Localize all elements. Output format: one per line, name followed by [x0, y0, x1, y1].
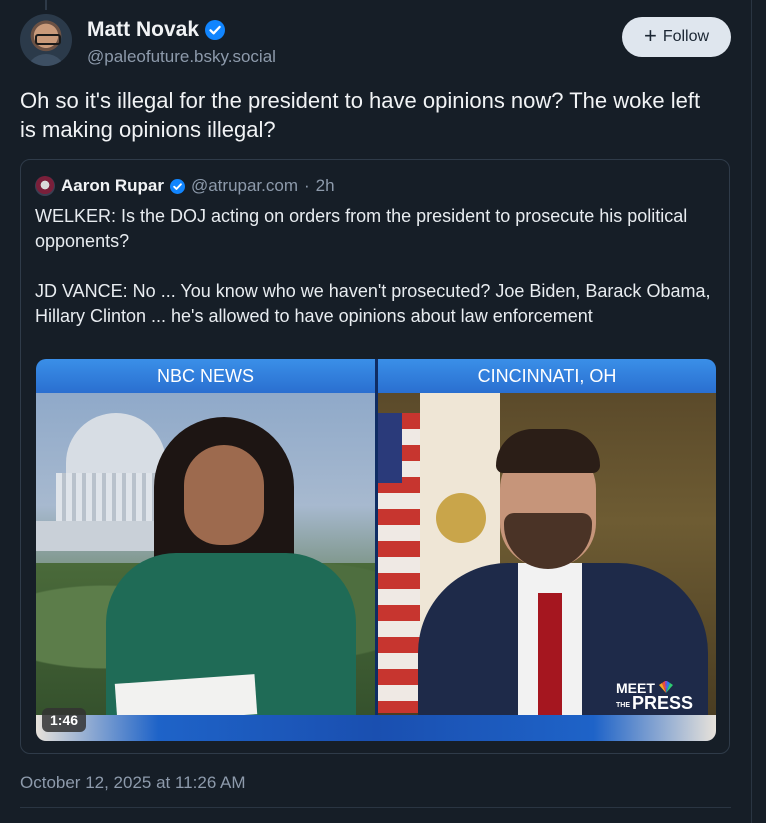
avatar-shirt	[26, 54, 66, 66]
author-avatar[interactable]	[20, 14, 72, 66]
thread-line	[45, 0, 47, 10]
verified-badge-icon	[205, 20, 226, 40]
left-location-label: NBC NEWS	[36, 359, 375, 393]
quoted-author-avatar[interactable]	[35, 176, 55, 196]
column-border	[751, 0, 752, 823]
anchor-face	[184, 445, 264, 545]
author-name-row[interactable]: Matt Novak	[87, 18, 226, 42]
author-handle[interactable]: @paleofuture.bsky.social	[87, 47, 276, 67]
divider	[20, 807, 731, 808]
right-location-label: CINCINNATI, OH	[378, 359, 716, 393]
quoted-author-name[interactable]: Aaron Rupar	[61, 176, 164, 196]
post-text: Oh so it's illegal for the president to …	[20, 88, 701, 142]
quoted-verified-badge-icon	[169, 178, 185, 194]
post-timestamp: October 12, 2025 at 11:26 AM	[20, 773, 246, 792]
logo-the: THE	[616, 701, 630, 709]
post-page: Matt Novak @paleofuture.bsky.social + Fo…	[0, 0, 766, 823]
video-left-panel	[36, 393, 375, 715]
quoted-post-header: Aaron Rupar @atrupar.com · 2h	[35, 176, 335, 196]
plus-icon: +	[643, 23, 657, 48]
quoted-paragraph-2: JD VANCE: No ... You know who we haven't…	[35, 281, 711, 326]
meta-separator: ·	[304, 176, 310, 195]
quoted-post-age: 2h	[315, 176, 335, 195]
meet-the-press-logo: MEET THE PRESS	[616, 681, 693, 713]
follow-label: Follow	[662, 28, 710, 45]
video-lower-bar	[36, 715, 716, 741]
video-duration-badge: 1:46	[42, 708, 87, 732]
author-name[interactable]: Matt Novak	[87, 18, 199, 42]
peacock-icon	[657, 681, 675, 693]
video-right-panel	[378, 393, 716, 715]
follow-button[interactable]: + Follow	[622, 17, 731, 57]
quoted-paragraph-1: WELKER: Is the DOJ acting on orders from…	[35, 206, 688, 251]
quoted-post[interactable]: Aaron Rupar @atrupar.com · 2h WELKER: Is…	[20, 159, 730, 754]
avatar-glasses	[35, 34, 61, 45]
video-split-divider	[375, 359, 378, 741]
video-player[interactable]: NBC NEWS CINCINNATI, OH MEET THE PRESS 1:…	[36, 359, 716, 741]
quoted-post-text: WELKER: Is the DOJ acting on orders from…	[35, 204, 715, 329]
logo-press: PRESS	[632, 693, 694, 713]
quoted-author-handle[interactable]: @atrupar.com	[191, 176, 298, 196]
